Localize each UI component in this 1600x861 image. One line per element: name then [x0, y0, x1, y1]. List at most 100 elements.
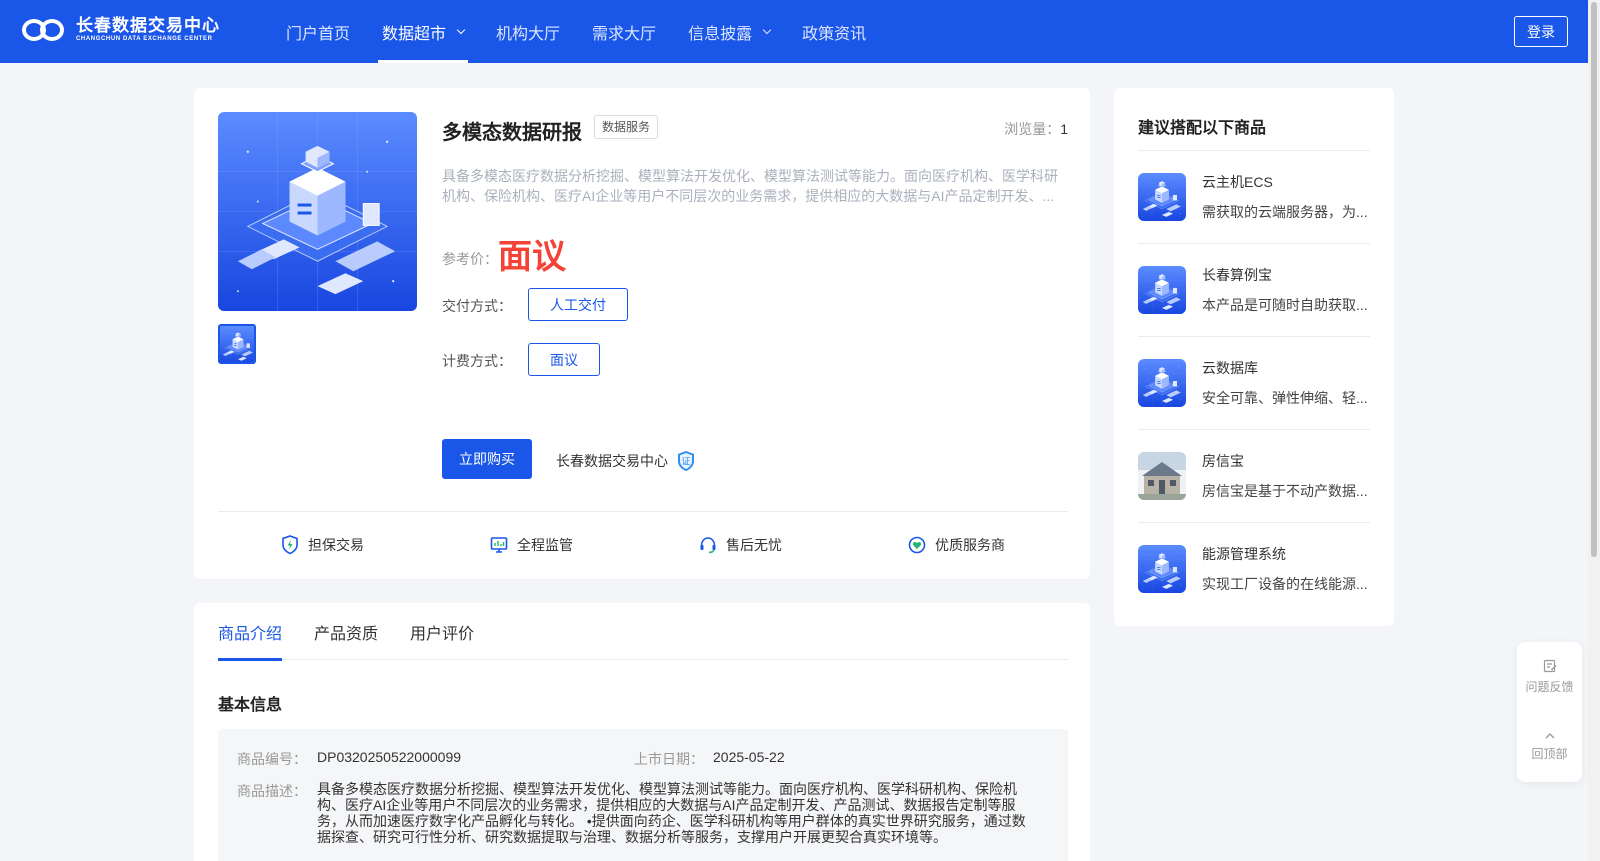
detail-tabs: 商品介绍 产品资质 用户评价	[218, 603, 1068, 661]
nav-item-disclosure[interactable]: 信息披露	[672, 0, 786, 63]
product-main-image	[218, 112, 417, 311]
guarantee-label: 担保交易	[308, 537, 364, 553]
recommendation-panel: 建议搭配以下商品 云主机ECS 需获取的云端服务器，为... 长春算例宝本产品是可…	[1114, 88, 1394, 626]
top-navbar: 长春数据交易中心 CHANGCHUN DATA EXCHANGE CENTER …	[0, 0, 1588, 63]
product-code-label: 商品编号：	[237, 751, 307, 767]
tab-user-reviews[interactable]: 用户评价	[410, 603, 474, 660]
view-count-label: 浏览量：	[1004, 121, 1061, 137]
feedback-label: 问题反馈	[1525, 680, 1574, 694]
nav-item-label: 机构大厅	[496, 25, 561, 43]
recommendation-desc: 实现工厂设备的在线能源...	[1202, 576, 1368, 592]
logo-title: 长春数据交易中心	[76, 16, 220, 35]
guarantee-label: 优质服务商	[935, 537, 1005, 553]
recommendation-thumbnail	[1138, 545, 1186, 593]
page-scrollbar[interactable]	[1588, 0, 1600, 861]
product-desc-value: 具备多模态医疗数据分析挖掘、模型算法开发优化、模型算法测试等能力。面向医疗机构、…	[317, 781, 1026, 845]
price-value: 面议	[498, 238, 566, 276]
guarantee-secured-trade: 担保交易	[281, 525, 364, 565]
edit-note-icon	[1543, 659, 1556, 673]
recommendation-item[interactable]: 云数据库安全可靠、弹性伸缩、轻...	[1138, 336, 1370, 429]
verified-shield-icon: 证	[678, 451, 694, 471]
product-code-value: DP0320250522000099	[317, 749, 462, 765]
delivery-option[interactable]: 人工交付	[528, 288, 628, 321]
recommendation-thumbnail	[1138, 266, 1186, 314]
tab-product-intro[interactable]: 商品介绍	[218, 603, 283, 661]
product-thumbnail[interactable]	[218, 324, 256, 364]
recommendation-item[interactable]: 长春算例宝本产品是可随时自助获取...	[1138, 243, 1370, 336]
recommendation-name: 能源管理系统	[1202, 546, 1286, 562]
recommendation-item[interactable]: 能源管理系统实现工厂设备的在线能源...	[1138, 522, 1370, 615]
logo-mark-icon	[22, 17, 70, 43]
site-logo[interactable]: 长春数据交易中心 CHANGCHUN DATA EXCHANGE CENTER	[22, 17, 220, 43]
view-count: 浏览量：1	[1004, 119, 1068, 139]
recommendation-name: 长春算例宝	[1202, 267, 1272, 283]
section-title: 基本信息	[218, 697, 283, 714]
nav-item-label: 门户首页	[286, 25, 351, 43]
recommendation-list: 云主机ECS 需获取的云端服务器，为... 长春算例宝本产品是可随时自助获取...…	[1138, 150, 1370, 615]
nav-item-label: 数据超市	[382, 25, 447, 43]
product-desc-label: 商品描述：	[237, 783, 307, 799]
seller-link[interactable]: 长春数据交易中心 证	[556, 450, 696, 472]
guarantee-label: 全程监管	[517, 537, 573, 553]
monitor-icon	[490, 537, 508, 553]
recommendation-desc: 需获取的云端服务器，为...	[1202, 204, 1368, 220]
divider	[218, 511, 1068, 512]
recommendation-desc: 本产品是可随时自助获取...	[1202, 297, 1368, 313]
chevron-down-icon	[762, 25, 772, 34]
floating-toolbar: 问题反馈 回顶部	[1517, 642, 1582, 782]
recommendation-name: 云数据库	[1202, 360, 1258, 376]
billing-label: 计费方式：	[442, 353, 512, 369]
billing-option[interactable]: 面议	[528, 343, 600, 376]
nav-item-label: 需求大厅	[592, 25, 657, 43]
product-card: 多模态数据研报 数据服务 浏览量：1 具备多模态医疗数据分析挖掘、模型算法开发优…	[194, 88, 1090, 579]
view-count-value: 1	[1060, 121, 1068, 137]
logo-subtitle: CHANGCHUN DATA EXCHANGE CENTER	[76, 36, 213, 42]
login-button[interactable]: 登录	[1514, 16, 1568, 47]
recommendation-name: 房信宝	[1202, 453, 1244, 469]
recommendation-thumbnail	[1138, 452, 1186, 500]
price-label: 参考价：	[442, 251, 498, 267]
guarantee-full-supervision: 全程监管	[490, 525, 573, 565]
seller-name: 长春数据交易中心	[556, 453, 668, 469]
recommendation-thumbnail	[1138, 359, 1186, 407]
recommendation-desc: 安全可靠、弹性伸缩、轻...	[1202, 390, 1368, 406]
product-details-card: 商品介绍 产品资质 用户评价 基本信息 商品编号： DP032025052200…	[194, 603, 1090, 861]
back-to-top-label: 回顶部	[1531, 747, 1568, 761]
buy-now-button[interactable]: 立即购买	[442, 439, 532, 479]
basic-info-box: 商品编号： DP0320250522000099 上市日期： 2025-05-2…	[218, 729, 1068, 861]
product-category-tag: 数据服务	[594, 115, 659, 139]
nav-item-home[interactable]: 门户首页	[270, 0, 366, 63]
listing-date-label: 上市日期：	[634, 751, 704, 767]
nav-item-demands[interactable]: 需求大厅	[576, 0, 672, 63]
recommendation-name: 云主机ECS	[1202, 174, 1273, 190]
chevron-up-icon	[1545, 733, 1554, 739]
nav-item-label: 政策资讯	[802, 25, 867, 43]
heart-badge-icon	[908, 536, 926, 554]
guarantee-after-sales: 售后无忧	[699, 525, 782, 565]
recommendation-thumbnail	[1138, 173, 1186, 221]
nav-item-label: 信息披露	[688, 25, 753, 43]
shield-bolt-icon	[282, 535, 298, 555]
product-summary: 具备多模态医疗数据分析挖掘、模型算法开发优化、模型算法测试等能力。面向医疗机构、…	[442, 168, 1058, 204]
back-to-top-button[interactable]: 回顶部	[1517, 712, 1582, 782]
tab-qualifications[interactable]: 产品资质	[314, 603, 378, 660]
nav-item-institutions[interactable]: 机构大厅	[480, 0, 576, 63]
recommendation-item[interactable]: 云主机ECS 需获取的云端服务器，为...	[1138, 150, 1370, 243]
guarantee-label: 售后无忧	[726, 537, 782, 553]
delivery-label: 交付方式：	[442, 298, 512, 314]
guarantee-quality-provider: 优质服务商	[908, 525, 1005, 565]
scrollbar-thumb[interactable]	[1591, 2, 1597, 557]
recommendation-title: 建议搭配以下商品	[1138, 120, 1267, 137]
feedback-button[interactable]: 问题反馈	[1517, 642, 1582, 712]
nav-item-data-market[interactable]: 数据超市	[366, 0, 480, 63]
main-nav: 门户首页 数据超市 机构大厅 需求大厅 信息披露 政策资讯	[270, 0, 882, 63]
product-title: 多模态数据研报	[442, 122, 582, 144]
headset-icon	[700, 537, 716, 554]
nav-item-policy-news[interactable]: 政策资讯	[786, 0, 882, 63]
recommendation-desc: 房信宝是基于不动产数据...	[1202, 483, 1368, 499]
guarantee-bar: 担保交易 全程监管 售后无忧 优质服务商	[218, 525, 1068, 565]
svg-text:证: 证	[681, 457, 690, 468]
recommendation-item[interactable]: 房信宝房信宝是基于不动产数据...	[1138, 429, 1370, 522]
chevron-down-icon	[456, 25, 466, 34]
listing-date-value: 2025-05-22	[713, 749, 785, 765]
